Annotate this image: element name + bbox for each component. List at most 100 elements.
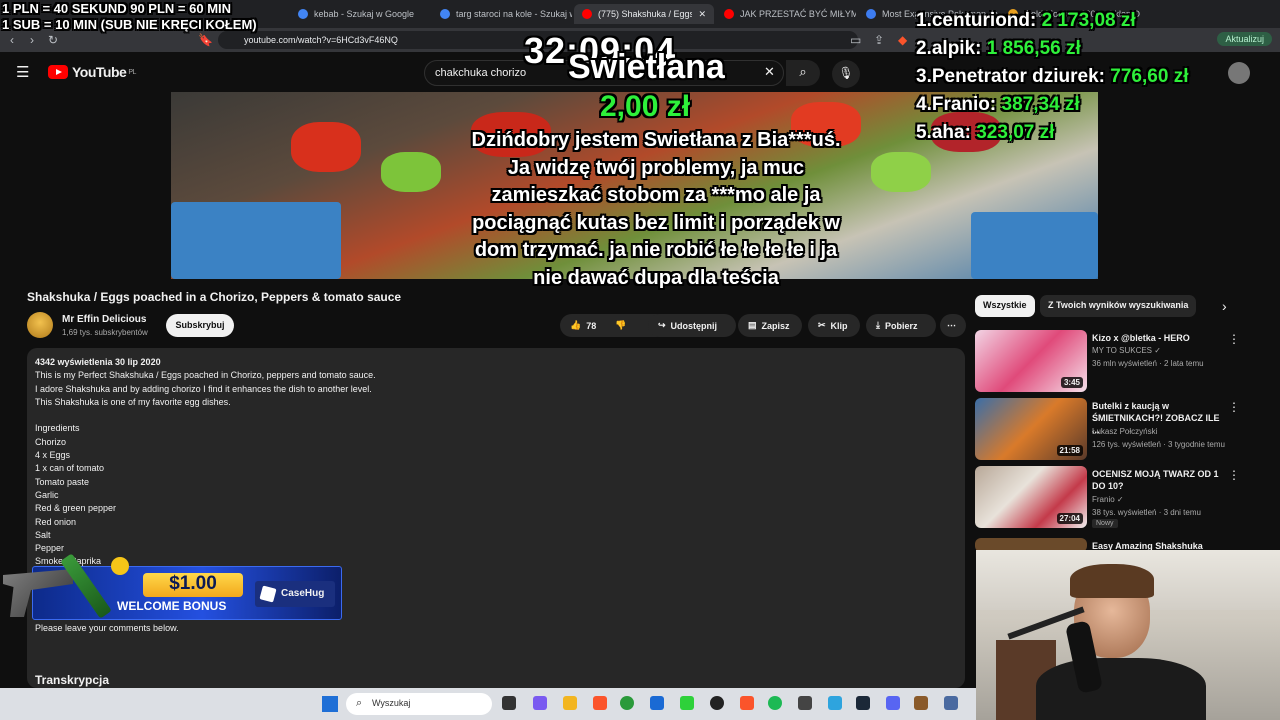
voice-search-button[interactable]: 🎙 <box>832 60 860 88</box>
copilot-icon[interactable] <box>533 696 547 710</box>
file-explorer-icon[interactable] <box>563 696 577 710</box>
ad-amount: $1.00 <box>143 573 243 597</box>
menu-icon[interactable]: ☰ <box>16 63 29 81</box>
description-line: Ingredients <box>35 423 80 434</box>
recommendation-title[interactable]: OCENISZ MOJĄ TWARZ OD 1 DO 10? <box>1092 468 1227 492</box>
chip-from-search[interactable]: Z Twoich wyników wyszukiwania <box>1040 295 1197 317</box>
leaderboard-entry: 2.alpik: 1 856,56 zł <box>916 38 1081 59</box>
youtube-icon <box>724 9 734 19</box>
recommendation-stats: 36 mln wyświetleń · 2 lata temu <box>1092 359 1204 368</box>
app-icon[interactable] <box>914 696 928 710</box>
recommendation-item[interactable]: 21:58 Butelki z kaucją w ŚMIETNIKACH?! Z… <box>975 398 1240 460</box>
search-button[interactable]: ⌕ <box>786 60 820 86</box>
reload-icon[interactable]: ↻ <box>48 33 58 47</box>
video-thumbnail[interactable]: 21:58 <box>975 398 1087 460</box>
search-icon: ⌕ <box>799 64 807 79</box>
browser-tab[interactable]: targ staroci na kole - Szukaj w <box>432 4 572 24</box>
description-line: Red onion <box>35 516 77 527</box>
save-button[interactable]: ▤ Zapisz <box>738 314 802 337</box>
channel-name[interactable]: Mr Effin Delicious <box>62 314 146 325</box>
thumbs-down-icon: 👎 <box>615 320 627 330</box>
recommendation-channel[interactable]: MY TO SUKCES ✓ <box>1092 346 1161 355</box>
description-line: This Shakshuka is one of my favorite egg… <box>35 396 231 407</box>
leaderboard-entry: 5.aha: 323,07 zł <box>916 122 1055 143</box>
site-icon <box>866 9 876 19</box>
recommendation-item[interactable]: 3:45 Kizo x @bletka - HERO MY TO SUKCES … <box>975 330 1240 392</box>
casehug-ad-banner[interactable]: $1.00 WELCOME BONUS CaseHug <box>3 553 342 620</box>
kebab-menu-icon[interactable]: ⋮ <box>1228 468 1240 482</box>
description-line: 4 x Eggs <box>35 450 71 461</box>
recommendation-stats: 126 tys. wyświetleń · 3 tygodnie temu <box>1092 440 1225 449</box>
share-icon[interactable]: ⇪ <box>874 33 884 47</box>
recommendation-title[interactable]: Kizo x @bletka - HERO <box>1092 332 1227 344</box>
app-icon[interactable] <box>680 696 694 710</box>
app-icon[interactable] <box>798 696 812 710</box>
windows-start-icon[interactable] <box>322 696 338 712</box>
forward-icon[interactable]: › <box>30 33 34 47</box>
description-line: 1 x can of tomato <box>35 463 105 474</box>
video-frame-detail <box>291 122 361 172</box>
video-frame-detail <box>971 212 1098 279</box>
recommendation-channel[interactable]: Franio ✓ <box>1092 495 1124 504</box>
subscribe-button[interactable]: Subskrybuj <box>166 314 234 337</box>
streamer-hair <box>1070 564 1154 598</box>
close-tab-icon[interactable]: ✕ <box>698 9 706 20</box>
brave-icon[interactable] <box>740 696 754 710</box>
browser-tab[interactable]: JAK PRZESTAĆ BYĆ MIŁYM FA <box>716 4 856 24</box>
leaderboard-entry: 3.Penetrator dziurek: 776,60 zł <box>916 66 1189 87</box>
new-badge: Nowy <box>1092 519 1118 528</box>
share-button[interactable]: ↪ Udostępnij <box>648 314 736 337</box>
clip-button[interactable]: ✂ Klip <box>808 314 860 337</box>
kebab-menu-icon[interactable]: ⋮ <box>1228 400 1240 414</box>
steam-icon[interactable] <box>856 696 870 710</box>
chip-all[interactable]: Wszystkie <box>975 295 1035 317</box>
discord-icon[interactable] <box>886 696 900 710</box>
obs-icon[interactable] <box>710 696 724 710</box>
brave-shield-icon[interactable]: ◆ <box>898 33 907 47</box>
coin-icon <box>111 557 129 575</box>
download-button[interactable]: ⤓ Pobierz <box>866 314 936 337</box>
kebab-menu-icon[interactable]: ⋮ <box>1228 332 1240 346</box>
taskbar-search[interactable]: Wyszukaj <box>346 693 492 715</box>
youtube-icon <box>582 9 592 19</box>
video-thumbnail[interactable]: 27:04 <box>975 466 1087 528</box>
video-description[interactable]: 4342 wyświetlenia 30 lip 2020 This is my… <box>27 348 965 688</box>
update-button[interactable]: Aktualizuj <box>1217 32 1272 46</box>
leaderboard-entry: 4.Franio: 387,34 zł <box>916 94 1080 115</box>
spotify-icon[interactable] <box>768 696 782 710</box>
google-icon <box>298 9 308 19</box>
donation-message: Dzińdobry jestem Swietłana z Bia***uś. J… <box>471 129 841 289</box>
clear-search-icon[interactable]: ✕ <box>764 64 775 80</box>
ad-bonus-text: WELCOME BONUS <box>117 599 227 613</box>
cast-icon[interactable]: ▭ <box>850 33 861 47</box>
app-icon[interactable] <box>828 696 842 710</box>
youtube-logo[interactable]: YouTube PL <box>48 64 136 80</box>
streamer-shirt <box>1036 658 1206 720</box>
back-icon[interactable]: ‹ <box>10 33 14 47</box>
brave-icon[interactable] <box>593 696 607 710</box>
windows-taskbar: Wyszukaj ⌕ <box>0 688 976 720</box>
browser-tab-active[interactable]: (775) Shakshuka / Eggs po✕ <box>574 4 714 24</box>
settings-icon[interactable] <box>944 696 958 710</box>
description-line <box>35 409 957 422</box>
recommendation-item[interactable]: 27:04 OCENISZ MOJĄ TWARZ OD 1 DO 10? Fra… <box>975 466 1240 528</box>
recommendation-channel[interactable]: Łukasz Połczyński <box>1092 427 1157 436</box>
rules-line-2: 1 SUB = 10 MIN (SUB NIE KRĘCI KOŁEM) <box>2 17 257 32</box>
thumbs-up-icon: 👍 <box>570 320 582 330</box>
rules-line-1: 1 PLN = 40 SEKUND 90 PLN = 60 MIN <box>2 1 232 16</box>
account-avatar[interactable] <box>1228 62 1250 84</box>
description-line: Chorizo <box>35 436 67 447</box>
store-icon[interactable] <box>650 696 664 710</box>
casehug-logo-icon <box>259 585 277 603</box>
bookmark-icon[interactable]: 🔖 <box>198 33 213 47</box>
browser-tab[interactable]: kebab - Szukaj w Google <box>290 4 430 24</box>
chrome-icon[interactable] <box>620 696 634 710</box>
video-thumbnail[interactable]: 3:45 <box>975 330 1087 392</box>
share-arrow-icon: ↪ <box>658 320 666 330</box>
description-line: Please leave your comments below. <box>35 622 179 633</box>
task-view-icon[interactable] <box>502 696 516 710</box>
channel-avatar[interactable] <box>27 312 53 338</box>
more-actions-button[interactable]: ⋯ <box>940 314 966 337</box>
chevron-right-icon[interactable]: › <box>1222 298 1227 314</box>
save-icon: ▤ <box>748 320 757 330</box>
